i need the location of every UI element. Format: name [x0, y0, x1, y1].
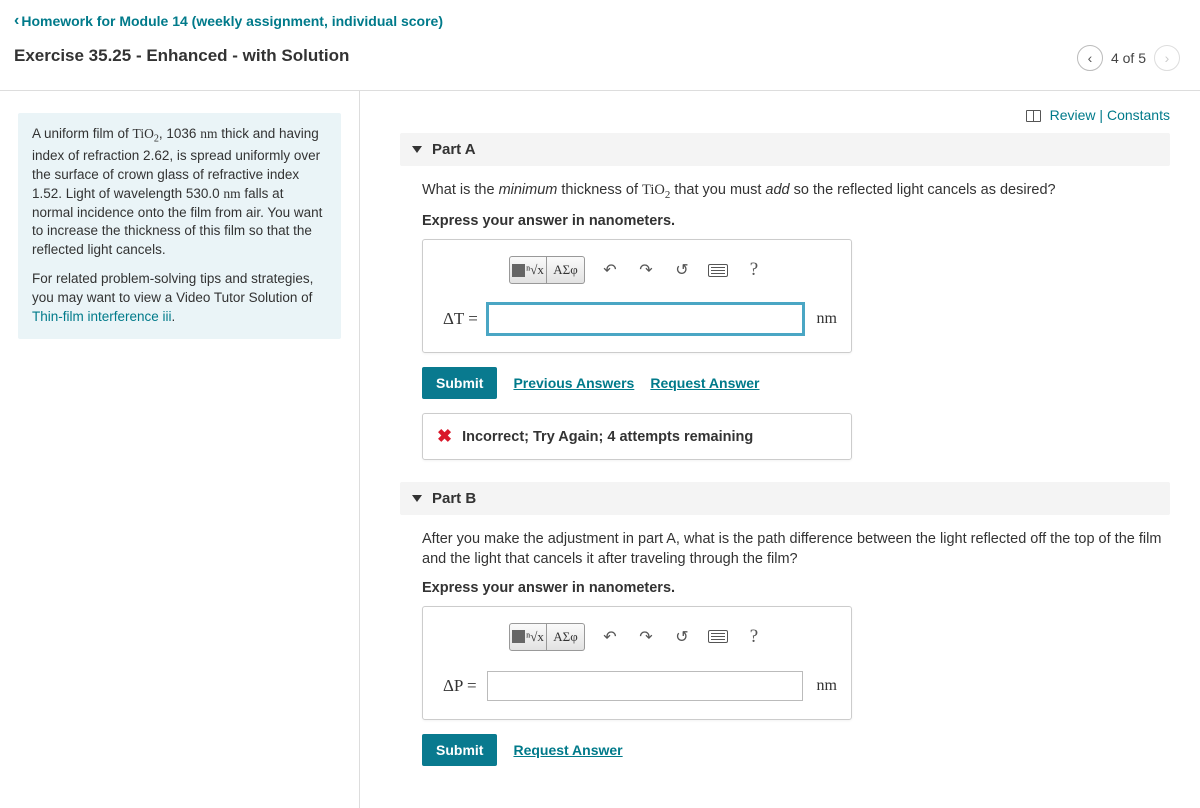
part-a-feedback-text: Incorrect; Try Again; 4 attempts remaini… [462, 429, 753, 445]
flag-icon[interactable] [1026, 110, 1042, 122]
part-a-variable: ΔT = [443, 309, 478, 329]
part-a-toggle[interactable]: Part A [400, 133, 1170, 166]
incorrect-icon: ✖ [437, 426, 452, 447]
part-a-unit: nm [813, 310, 837, 328]
greek-letters-button[interactable]: ΑΣφ [547, 623, 585, 651]
keyboard-icon [708, 630, 728, 643]
template-picker-button[interactable]: ⁿ√x [509, 256, 547, 284]
part-a-title: Part A [432, 141, 476, 158]
chevron-left-icon: ‹ [14, 12, 19, 30]
part-b-instruction: Express your answer in nanometers. [422, 580, 1170, 596]
next-exercise-button[interactable]: › [1154, 45, 1180, 71]
constants-link[interactable]: Constants [1107, 107, 1170, 123]
redo-button[interactable]: ↷ [635, 259, 657, 281]
equation-toolbar: ⁿ√x ΑΣφ ↶ ↷ ↺ ? [437, 256, 837, 284]
part-a-feedback: ✖ Incorrect; Try Again; 4 attempts remai… [422, 413, 852, 460]
part-b-question: After you make the adjustment in part A,… [422, 529, 1170, 570]
reset-button[interactable]: ↺ [671, 626, 693, 648]
undo-button[interactable]: ↶ [599, 626, 621, 648]
part-b-toggle[interactable]: Part B [400, 482, 1170, 515]
template-icon [512, 630, 525, 643]
template-picker-button[interactable]: ⁿ√x [509, 623, 547, 651]
keyboard-button[interactable] [707, 626, 729, 648]
caret-down-icon [412, 495, 422, 502]
greek-letters-button[interactable]: ΑΣφ [547, 256, 585, 284]
keyboard-button[interactable] [707, 259, 729, 281]
problem-sidebar: A uniform film of TiO2, 1036 nm thick an… [0, 91, 360, 808]
help-button[interactable]: ? [743, 259, 765, 281]
breadcrumb-label: Homework for Module 14 (weekly assignmen… [21, 13, 443, 29]
part-b-answer-box: ⁿ√x ΑΣφ ↶ ↷ ↺ ? ΔP = nm [422, 606, 852, 720]
part-a-instruction: Express your answer in nanometers. [422, 213, 1170, 229]
pager-position: 4 of 5 [1111, 50, 1146, 66]
part-a-input[interactable] [488, 304, 803, 334]
part-a-request-answer-link[interactable]: Request Answer [650, 375, 759, 391]
equation-toolbar: ⁿ√x ΑΣφ ↶ ↷ ↺ ? [437, 623, 837, 651]
video-tutor-link[interactable]: Thin-film interference iii [32, 309, 172, 324]
redo-button[interactable]: ↷ [635, 626, 657, 648]
pager: ‹ 4 of 5 › [1077, 45, 1200, 71]
part-b-unit: nm [813, 677, 837, 695]
keyboard-icon [708, 264, 728, 277]
problem-statement: A uniform film of TiO2, 1036 nm thick an… [18, 113, 341, 339]
part-b: Part B After you make the adjustment in … [400, 482, 1170, 766]
part-b-submit-button[interactable]: Submit [422, 734, 497, 766]
part-b-input[interactable] [487, 671, 803, 701]
undo-button[interactable]: ↶ [599, 259, 621, 281]
breadcrumb-link[interactable]: ‹ Homework for Module 14 (weekly assignm… [14, 12, 443, 30]
help-button[interactable]: ? [743, 626, 765, 648]
part-a-submit-button[interactable]: Submit [422, 367, 497, 399]
template-icon [512, 264, 525, 277]
part-a-question: What is the minimum thickness of TiO2 th… [422, 180, 1170, 203]
prev-exercise-button[interactable]: ‹ [1077, 45, 1103, 71]
reset-button[interactable]: ↺ [671, 259, 693, 281]
part-b-title: Part B [432, 490, 476, 507]
caret-down-icon [412, 146, 422, 153]
part-a-previous-answers-link[interactable]: Previous Answers [513, 375, 634, 391]
exercise-title: Exercise 35.25 - Enhanced - with Solutio… [0, 36, 363, 80]
part-b-request-answer-link[interactable]: Request Answer [513, 742, 622, 758]
part-a: Part A What is the minimum thickness of … [400, 133, 1170, 460]
part-b-variable: ΔP = [443, 676, 477, 696]
part-a-answer-box: ⁿ√x ΑΣφ ↶ ↷ ↺ ? ΔT = nm [422, 239, 852, 353]
review-link[interactable]: Review [1050, 107, 1096, 123]
